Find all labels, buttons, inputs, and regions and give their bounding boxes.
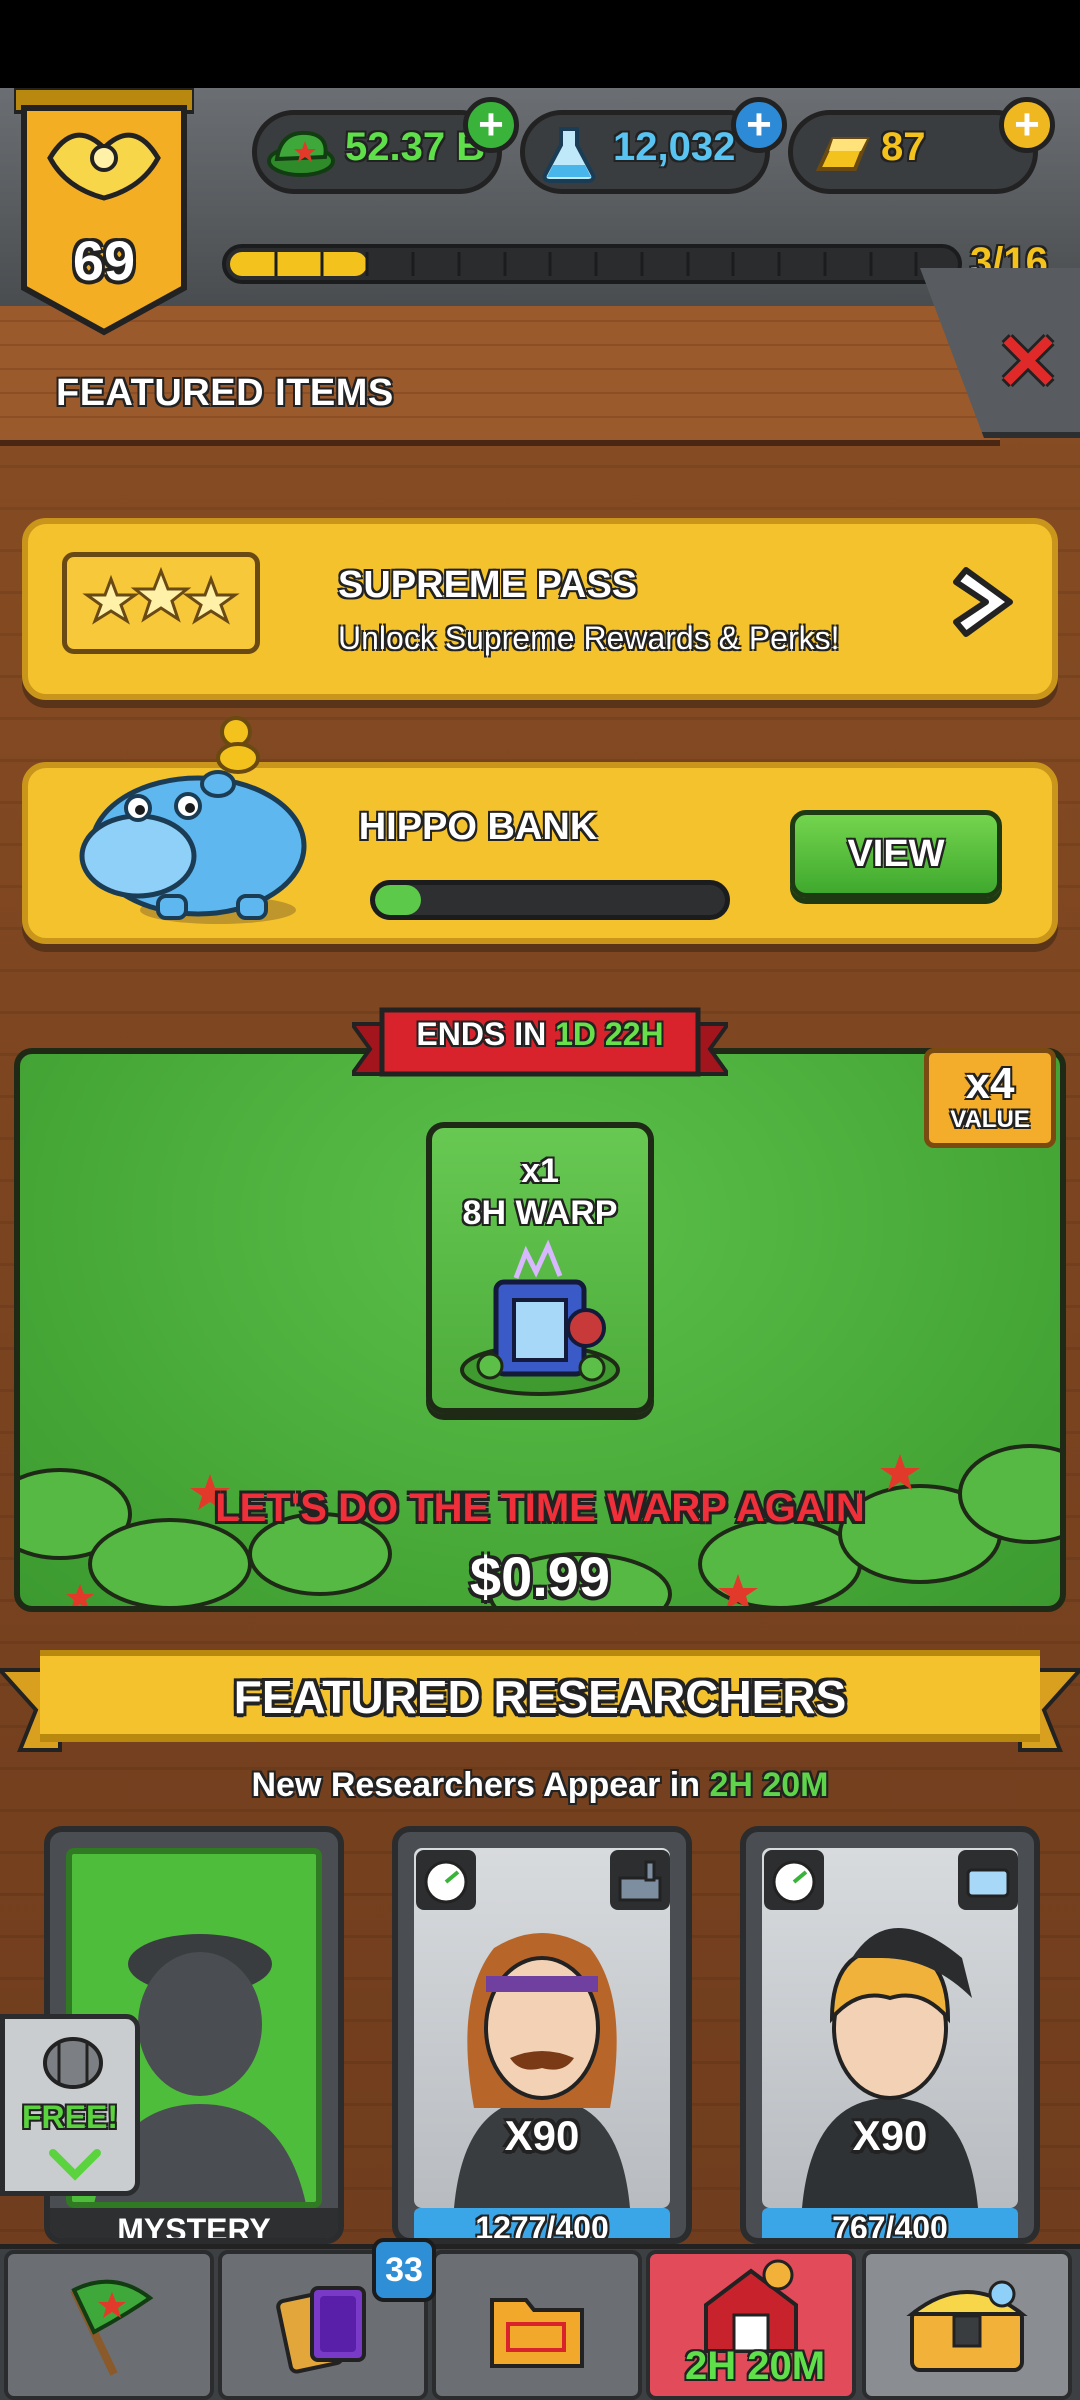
value-label: VALUE — [950, 1106, 1030, 1133]
offer-ends-prefix: ENDS IN — [416, 1016, 547, 1052]
researchers-subtitle-prefix: New Researchers Appear in — [251, 1766, 700, 1804]
add-cash-button[interactable]: + — [463, 97, 519, 153]
offer-item-quantity: x1 — [521, 1152, 559, 1190]
gold-currency[interactable]: 87 + — [788, 97, 1055, 194]
researcher-1-progress: 1277/400 — [414, 2208, 670, 2238]
mystery-label: MYSTERY — [50, 2208, 338, 2238]
cards-icon — [276, 2286, 366, 2374]
free-reward-button[interactable]: FREE! — [0, 2014, 140, 2196]
researcher-1-multiplier: X90 — [504, 2112, 580, 2159]
supreme-pass-title: SUPREME PASS — [338, 564, 638, 606]
researcher-2-progress: 767/400 — [762, 2208, 1018, 2238]
researchers-subtitle-time: 2H 20M — [709, 1766, 829, 1804]
barrel-icon — [43, 2037, 103, 2089]
level-banner-icon — [12, 86, 196, 336]
offer-ends-label: ENDS IN 1D 22H — [352, 1016, 728, 1053]
offer-price-button[interactable]: $0.99 — [0, 1544, 1080, 1609]
offer-ends-time: 1D 22H — [555, 1016, 664, 1052]
factory-icon — [610, 1850, 670, 1910]
nav-tab-chest[interactable] — [862, 2250, 1072, 2400]
gold-bar-icon — [815, 137, 870, 171]
nav-tab-missions[interactable] — [4, 2250, 214, 2400]
farm-timer: 2H 20M — [684, 2344, 826, 2388]
hippo-bank-card[interactable]: HIPPO BANK VIEW — [22, 716, 1058, 944]
level-badge[interactable]: 69 — [12, 86, 196, 336]
nav-tab-files[interactable] — [432, 2250, 642, 2400]
researcher-card-1[interactable]: X90 1277/400 — [392, 1826, 692, 2244]
supreme-pass-card[interactable]: SUPREME PASS Unlock Supreme Rewards & Pe… — [22, 518, 1058, 700]
science-currency[interactable]: 12,032 + — [520, 97, 787, 194]
cash-currency[interactable]: 52.37 B + — [252, 97, 519, 194]
flag-icon — [70, 2279, 154, 2376]
flask-icon — [542, 127, 596, 183]
cards-count-badge: 33 — [372, 2238, 436, 2302]
chevron-right-icon — [953, 567, 1013, 637]
value-multiplier: x4 — [965, 1059, 1015, 1108]
hippo-bank-progress — [370, 880, 730, 920]
treasure-chest-icon — [906, 2280, 1028, 2372]
value-badge: x4 VALUE — [924, 1048, 1056, 1148]
plus-icon: + — [478, 100, 504, 149]
researchers-title: FEATURED RESEARCHERS — [233, 1671, 847, 1723]
researcher-card-2[interactable]: X90 767/400 — [740, 1826, 1040, 2244]
close-button[interactable]: ✕ — [990, 318, 1066, 406]
hippo-bank-title: HIPPO BANK — [358, 806, 598, 848]
researchers-subtitle: New Researchers Appear in 2H 20M — [0, 1766, 1080, 1805]
level-number: 69 — [72, 229, 136, 292]
offer-title: LET'S DO THE TIME WARP AGAIN — [215, 1486, 865, 1530]
offer-item-card[interactable]: x1 8H WARP — [426, 1122, 654, 1414]
science-value: 12,032 — [613, 125, 736, 169]
cash-cap-icon — [267, 130, 335, 177]
offer-item-name: 8H WARP — [462, 1194, 618, 1232]
add-gold-button[interactable]: + — [999, 97, 1055, 153]
hippo-bank-view-button[interactable]: VIEW — [790, 810, 1002, 898]
speed-gauge-icon — [764, 1850, 824, 1910]
hippo-bank-progress-fill — [375, 885, 421, 915]
add-science-button[interactable]: + — [731, 97, 787, 153]
researcher-2-multiplier: X90 — [852, 2112, 928, 2159]
folder-icon — [490, 2298, 584, 2368]
plus-icon: + — [1014, 100, 1040, 149]
time-warp-machine-icon — [460, 1239, 620, 1396]
storage-icon — [958, 1850, 1018, 1910]
speed-gauge-icon — [416, 1850, 476, 1910]
supreme-ticket-icon — [62, 552, 260, 654]
free-label: FREE! — [22, 2099, 118, 2135]
level-progress-segments — [274, 252, 918, 276]
plus-icon: + — [746, 100, 772, 149]
chevron-down-icon — [49, 2149, 101, 2181]
page-title: FEATURED ITEMS — [56, 372, 394, 414]
level-progress-bar — [222, 244, 962, 284]
close-x-icon: ✕ — [995, 318, 1061, 406]
gold-value: 87 — [881, 125, 926, 169]
supreme-pass-subtitle: Unlock Supreme Rewards & Perks! — [338, 620, 840, 656]
